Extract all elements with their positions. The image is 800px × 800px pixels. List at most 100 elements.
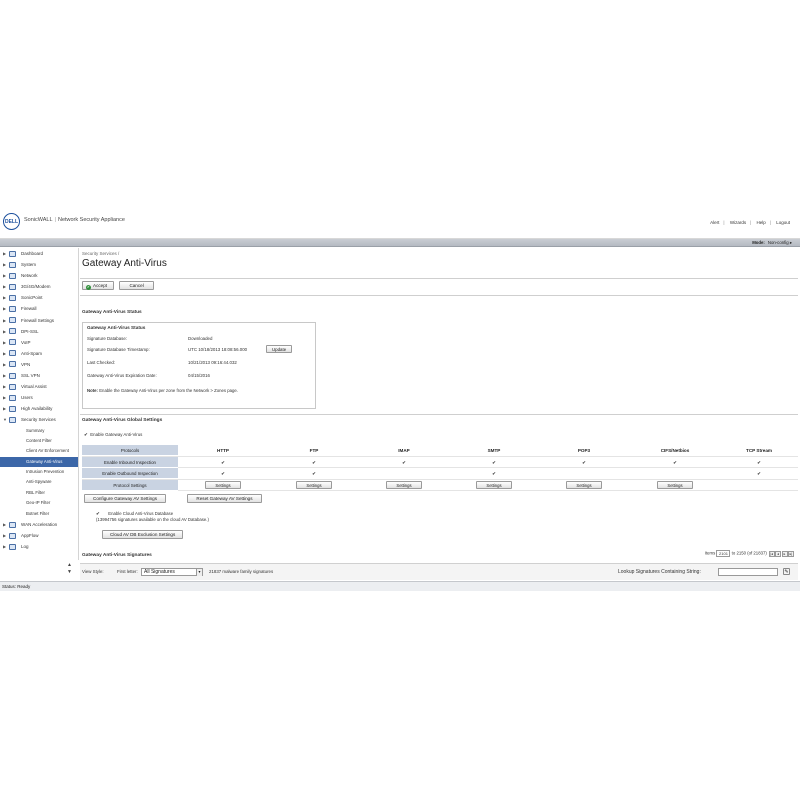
status-value: 10/21/2013 09:16:44.032 [188,360,237,365]
status-box: Gateway Anti-Virus Status Signature Data… [82,322,316,409]
expand-right-icon[interactable]: ▶ [3,519,6,530]
zones-note: Note: Enable the Gateway Anti-Virus per … [87,388,238,393]
sidebar-item-dashboard[interactable]: ▶ Dashboard [0,248,78,259]
expand-right-icon[interactable]: ▶ [3,281,6,292]
next-page-icon[interactable]: ▸ [781,550,788,557]
expand-right-icon[interactable]: ▶ [3,348,6,359]
sidebar-item-dpi-ssl[interactable]: ▶ DPI-SSL [0,326,78,337]
mode-indicator[interactable]: Mode: Non-config ▸ [752,240,792,246]
settings-button-imap[interactable]: Settings [386,481,422,490]
sidebar-subitem-anti-spyware[interactable]: Anti-Spyware [0,477,78,487]
sidebar-subitem-botnet-filter[interactable]: Botnet Filter [0,509,78,519]
virtual-assist-icon [9,383,16,390]
sidebar-subitem-geo-ip-filter[interactable]: Geo-IP Filter [0,498,78,508]
sidebar-item-sonicpoint[interactable]: ▶ SonicPoint [0,292,78,303]
expand-right-icon[interactable]: ▶ [3,259,6,270]
outbound-checkbox-http[interactable]: ✔ [193,468,253,479]
expand-right-icon[interactable]: ▶ [3,248,6,259]
expand-right-icon[interactable]: ▶ [3,292,6,303]
help-link[interactable]: Help [757,220,766,225]
first-page-icon[interactable]: |◂ [768,550,775,557]
sidebar-item-firewall[interactable]: ▶ Firewall [0,303,78,314]
expand-right-icon[interactable]: ▶ [3,337,6,348]
sidebar-item-appflow[interactable]: ▶ AppFlow [0,530,78,541]
prev-page-icon[interactable]: ◂ [775,550,781,557]
sidebar-item-log[interactable]: ▶ Log [0,541,78,552]
sidebar-item-system[interactable]: ▶ System [0,259,78,270]
expand-right-icon[interactable]: ▶ [3,370,6,381]
cloud-av-note: (13994756 signatures available on the cl… [96,517,209,522]
expand-right-icon[interactable]: ▶ [3,381,6,392]
inbound-checkbox-smtp[interactable]: ✔ [464,457,524,468]
sidebar-item-users[interactable]: ▶ Users [0,392,78,403]
system-icon [9,261,16,268]
cancel-button[interactable]: Cancel [119,281,154,290]
voip-icon [9,339,16,346]
alert-link[interactable]: Alert [710,220,719,225]
settings-button-http[interactable]: Settings [205,481,241,490]
status-label: Gateway Anti-Virus Expiration Date: [87,373,157,378]
logout-link[interactable]: Logout [776,220,790,225]
reset-gav-button[interactable]: Reset Gateway AV Settings [187,494,262,503]
expand-right-icon[interactable]: ▶ [3,303,6,314]
last-page-icon[interactable]: ▸| [788,550,794,557]
expand-right-icon[interactable]: ▶ [3,359,6,370]
expand-right-icon[interactable]: ▶ [3,315,6,326]
sidebar-item-virtual-assist[interactable]: ▶ Virtual Assist [0,381,78,392]
security-services-icon [9,416,16,423]
main-content: Security Services / Gateway Anti-Virus ✔… [80,248,800,581]
wizards-link[interactable]: Wizards [730,220,746,225]
brand-name: SonicWALL [24,217,53,223]
accept-button[interactable]: ✔ Accept [82,281,115,290]
update-button[interactable]: Update [266,345,293,353]
sidebar-item-voip[interactable]: ▶ VoIP [0,337,78,348]
inbound-checkbox-pop3[interactable]: ✔ [554,457,614,468]
expand-down-icon[interactable]: ▼ [3,414,7,425]
outbound-checkbox-smtp[interactable]: ✔ [464,468,524,479]
sidebar-subitem-summary[interactable]: Summary [0,426,78,436]
expand-right-icon[interactable]: ▶ [3,270,6,281]
sidebar-subitem-content-filter[interactable]: Content Filter [0,436,78,446]
sidebar-item-security-services[interactable]: ▼ Security Services [0,414,78,425]
inbound-checkbox-http[interactable]: ✔ [193,457,253,468]
scroll-down-icon[interactable]: ▼ [66,569,73,576]
sidebar-item-3g-4g-modem[interactable]: ▶ 3G/4G/Modem [0,281,78,292]
sidebar-subitem-rbl-filter[interactable]: RBL Filter [0,488,78,498]
sidebar-item-ssl-vpn[interactable]: ▶ SSL VPN [0,370,78,381]
sidebar-item-high-availability[interactable]: ▶ High Availability [0,403,78,414]
sidebar-subitem-gateway-anti-virus[interactable]: Gateway Anti-Virus [0,456,78,468]
sidebar-item-wan-acceleration[interactable]: ▶ WAN Acceleration [0,519,78,530]
sidebar-item-network[interactable]: ▶ Network [0,270,78,281]
outbound-checkbox-ftp[interactable]: ✔ [284,468,344,479]
row-header: Protocol Settings [82,479,178,491]
enable-gav-option[interactable]: ✔ Enable Gateway Anti-Virus [84,432,142,438]
enable-gav-checkbox[interactable]: ✔ [84,432,89,438]
expand-right-icon[interactable]: ▶ [3,392,6,403]
sidebar-item-anti-spam[interactable]: ▶ Anti-Spam [0,348,78,359]
sidebar-subitem-client-av-enforcement[interactable]: Client AV Enforcement [0,446,78,456]
sidebar-item-vpn[interactable]: ▶ VPN [0,359,78,370]
pager-from-input[interactable]: 2101 [716,550,731,557]
sidebar-subitem-intrusion-prevention[interactable]: Intrusion Prevention [0,467,78,477]
edit-search-icon[interactable]: ✎ [783,568,790,575]
sidebar-item-firewall-settings[interactable]: ▶ Firewall Settings [0,315,78,326]
scroll-up-icon[interactable]: ▲ [66,562,73,569]
inbound-checkbox-tcp-stream[interactable]: ✔ [729,457,789,468]
settings-button-cifs-netbios[interactable]: Settings [657,481,693,490]
inbound-checkbox-imap[interactable]: ✔ [374,457,434,468]
inbound-checkbox-cifs-netbios[interactable]: ✔ [645,457,705,468]
signatures-toolbar: View Style: First letter: All Signatures… [80,563,798,580]
settings-button-smtp[interactable]: Settings [476,481,512,490]
expand-right-icon[interactable]: ▶ [3,530,6,541]
settings-button-pop3[interactable]: Settings [566,481,602,490]
expand-right-icon[interactable]: ▶ [3,326,6,337]
inbound-checkbox-ftp[interactable]: ✔ [284,457,344,468]
outbound-checkbox-tcp-stream[interactable]: ✔ [729,468,789,479]
cloud-exclusion-button[interactable]: Cloud AV DB Exclusion Settings [102,530,184,539]
expand-right-icon[interactable]: ▶ [3,403,6,414]
configure-gav-button[interactable]: Configure Gateway AV Settings [84,494,167,503]
first-letter-select[interactable]: All Signatures ▼ [141,567,203,576]
lookup-input[interactable] [718,567,778,576]
settings-button-ftp[interactable]: Settings [296,481,332,490]
expand-right-icon[interactable]: ▶ [3,541,6,552]
